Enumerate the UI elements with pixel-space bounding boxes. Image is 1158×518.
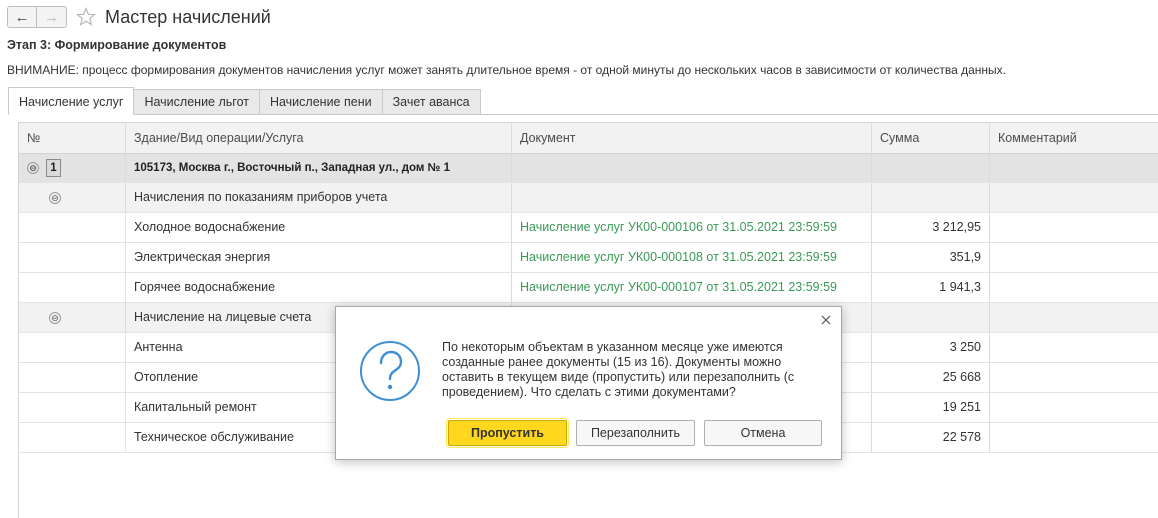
collapse-icon[interactable]: ⊖ [27,161,39,174]
tab-benefits[interactable]: Начисление льгот [133,89,260,114]
table-header: № Здание/Вид операции/Услуга Документ Су… [19,123,1158,154]
dialog-buttons: Пропустить Перезаполнить Отмена [446,418,831,448]
table-row[interactable]: Холодное водоснабжение Начисление услуг … [19,213,1158,243]
close-icon [821,315,831,325]
row-number: 1 [46,158,61,177]
building-row[interactable]: ⊖ 1 105173, Москва г., Восточный п., Зап… [19,154,1158,183]
table-row[interactable]: Электрическая энергия Начисление услуг У… [19,243,1158,273]
column-service[interactable]: Здание/Вид операции/Услуга [126,123,512,153]
sum-value: 19 251 [872,393,990,422]
skip-button[interactable]: Пропустить [446,418,569,448]
arrow-left-icon: ← [14,8,30,26]
cancel-button[interactable]: Отмена [704,420,822,446]
service-name: Электрическая энергия [126,243,512,272]
question-icon [360,341,420,401]
confirm-dialog: По некоторым объектам в указанном месяце… [335,306,842,460]
close-button[interactable] [819,313,833,327]
table-row[interactable]: Горячее водоснабжение Начисление услуг У… [19,273,1158,303]
sum-value: 25 668 [872,363,990,392]
arrow-right-icon: → [44,8,59,26]
column-number[interactable]: № [19,123,126,153]
window-title: Мастер начислений [105,6,271,27]
document-link[interactable]: Начисление услуг УК00-000107 от 31.05.20… [520,280,837,294]
sum-value: 3 212,95 [872,213,990,242]
dialog-message: По некоторым объектам в указанном месяце… [442,340,795,399]
warning-text: ВНИМАНИЕ: процесс формирования документо… [7,63,1006,77]
collapse-icon[interactable]: ⊖ [49,191,61,204]
document-link[interactable]: Начисление услуг УК00-000108 от 31.05.20… [520,250,837,264]
service-name: Холодное водоснабжение [126,213,512,242]
group-row[interactable]: ⊖ Начисления по показаниям приборов учет… [19,183,1158,213]
collapse-icon[interactable]: ⊖ [49,311,61,324]
tab-penalties[interactable]: Начисление пени [258,89,383,114]
sum-value: 22 578 [872,423,990,452]
tab-advance[interactable]: Зачет аванса [381,89,481,114]
service-name: Горячее водоснабжение [126,273,512,302]
toolbar: ← → Мастер начислений [7,5,271,29]
forward-button[interactable]: → [37,6,67,28]
tab-bar: Начисление услуг Начисление льгот Начисл… [8,87,481,115]
document-link[interactable]: Начисление услуг УК00-000106 от 31.05.20… [520,220,837,234]
sum-value: 351,9 [872,243,990,272]
star-icon [76,7,96,26]
column-document[interactable]: Документ [512,123,872,153]
tab-services[interactable]: Начисление услуг [8,87,135,115]
sum-value: 1 941,3 [872,273,990,302]
column-comment[interactable]: Комментарий [990,123,1158,153]
refill-button[interactable]: Перезаполнить [576,420,695,446]
building-name: 105173, Москва г., Восточный п., Западна… [126,154,512,182]
stage-title: Этап 3: Формирование документов [7,38,227,52]
sum-value: 3 250 [872,333,990,362]
tab-divider [8,114,1158,115]
column-sum[interactable]: Сумма [872,123,990,153]
group-name: Начисления по показаниям приборов учета [126,183,512,212]
favorite-button[interactable] [75,6,97,28]
back-button[interactable]: ← [7,6,37,28]
